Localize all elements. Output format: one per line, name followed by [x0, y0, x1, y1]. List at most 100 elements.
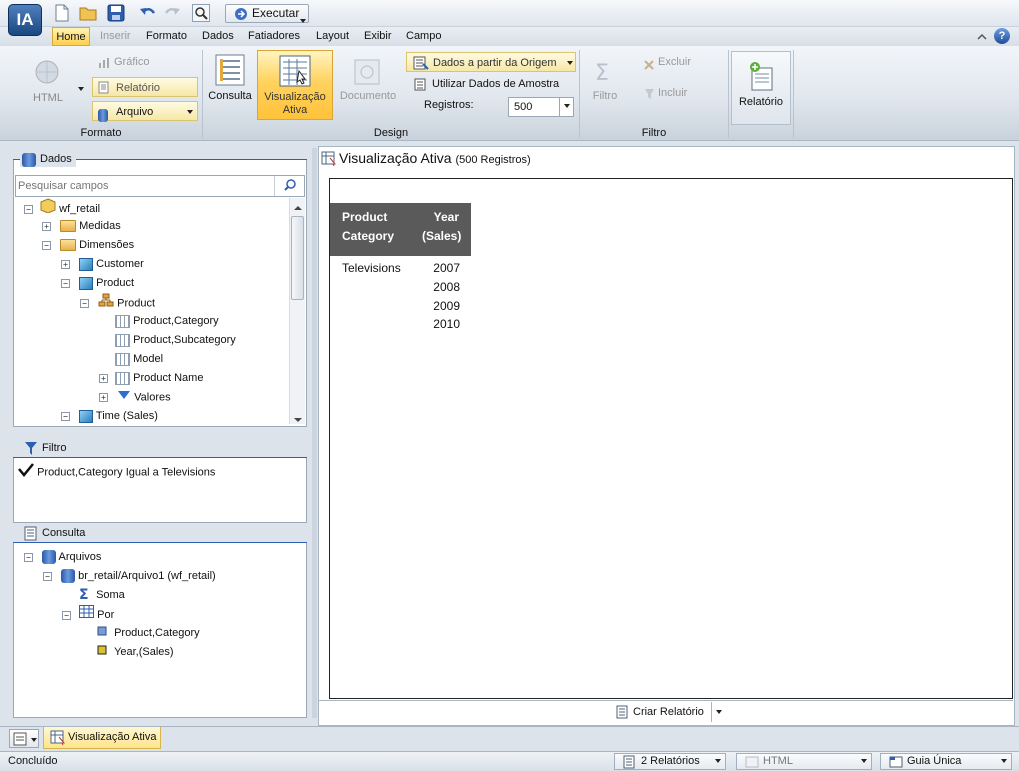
exclude-button[interactable]: Excluir: [642, 52, 722, 72]
tree-node-product-subcategory[interactable]: Product,Subcategory: [115, 331, 236, 350]
report-cell-category[interactable]: Televisions: [342, 259, 401, 278]
report-cell-year[interactable]: 2010: [422, 315, 460, 334]
menu-insert[interactable]: Inserir: [98, 27, 133, 46]
help-icon[interactable]: ?: [994, 28, 1010, 44]
output-format-dropdown[interactable]: HTML: [736, 753, 872, 770]
expand-icon[interactable]: +: [99, 373, 108, 383]
menu-slicers[interactable]: Fatiadores: [246, 27, 302, 46]
query-node-files[interactable]: − Arquivos: [24, 548, 101, 567]
include-button[interactable]: Incluir: [642, 83, 722, 103]
menu-data[interactable]: Dados: [200, 27, 236, 46]
create-report-button[interactable]: Criar Relatório: [612, 702, 726, 722]
open-folder-icon[interactable]: [79, 4, 97, 22]
html-button[interactable]: HTML: [28, 58, 68, 106]
col-header-product-category[interactable]: Product Category: [342, 208, 394, 246]
tree-node-measures[interactable]: + Medidas: [42, 217, 121, 236]
file-format-dropdown[interactable]: Arquivo: [92, 101, 198, 122]
chevron-down-icon[interactable]: [711, 702, 725, 722]
query-node-by-category[interactable]: Product,Category: [97, 624, 200, 643]
active-view-label-1: Visualização: [264, 91, 326, 103]
report-format-button[interactable]: Relatório: [92, 77, 198, 97]
menu-view[interactable]: Exibir: [362, 27, 394, 46]
document-button[interactable]: Documento: [338, 58, 398, 108]
collapse-icon[interactable]: −: [24, 552, 33, 562]
sum-sigma-icon: Σ: [79, 587, 89, 604]
menu-layout[interactable]: Layout: [314, 27, 351, 46]
active-view-button[interactable]: Visualização Ativa: [257, 50, 333, 120]
scroll-down-icon[interactable]: [294, 414, 302, 426]
tree-node-product-category[interactable]: Product,Category: [115, 312, 219, 331]
report-cell-year[interactable]: 2009: [422, 297, 460, 316]
run-button[interactable]: Executar: [225, 4, 309, 23]
query-node-file[interactable]: − br_retail/Arquivo1 (wf_retail): [43, 567, 216, 586]
tree-node-customer[interactable]: + Customer: [61, 255, 144, 274]
tree-node-values[interactable]: + Valores: [99, 388, 171, 407]
preview-icon[interactable]: [192, 4, 210, 22]
tree-node-root[interactable]: − wf_retail: [24, 198, 100, 217]
run-icon: [234, 7, 248, 26]
field-grid-icon: [115, 371, 131, 385]
tree-node-time-sales[interactable]: − Time (Sales): [61, 407, 158, 426]
app-logo[interactable]: IA: [8, 4, 42, 36]
query-node-by-year[interactable]: Year,(Sales): [97, 643, 174, 662]
file-format-label: Arquivo: [116, 106, 154, 118]
report-frame: [329, 178, 1013, 699]
collapse-icon[interactable]: −: [62, 610, 71, 620]
tree-label: Product Name: [133, 372, 204, 384]
menu-field[interactable]: Campo: [404, 27, 443, 46]
design-group-label: Design: [373, 127, 409, 139]
filter-button[interactable]: Σ Filtro: [586, 58, 624, 108]
scroll-thumb[interactable]: [291, 216, 304, 300]
new-icon[interactable]: [54, 4, 72, 22]
report-cell-year[interactable]: 2008: [422, 278, 460, 297]
field-search-input[interactable]: [16, 176, 271, 196]
database-icon: [42, 550, 57, 565]
chart-button[interactable]: Gráfico: [96, 52, 196, 72]
expand-icon[interactable]: +: [99, 393, 108, 402]
tree-node-product-dimension[interactable]: − Product: [61, 274, 134, 293]
query-button[interactable]: Consulta: [207, 54, 253, 112]
tree-node-model[interactable]: Model: [115, 350, 163, 369]
html-dropdown-icon[interactable]: [78, 83, 84, 95]
source-data-button[interactable]: Dados a partir da Origem: [406, 52, 576, 72]
expand-icon[interactable]: +: [42, 221, 51, 231]
collapse-icon[interactable]: −: [24, 204, 33, 214]
reports-count-dropdown[interactable]: 2 Relatórios: [614, 753, 726, 770]
tab-menu-button[interactable]: [9, 729, 39, 748]
layout-dropdown[interactable]: Guia Única: [880, 753, 1012, 770]
by-field-icon: [97, 624, 107, 643]
menu-format[interactable]: Formato: [144, 27, 189, 46]
menu-home[interactable]: Home: [52, 27, 90, 46]
tab-active-view[interactable]: Visualização Ativa: [43, 727, 161, 749]
tree-scrollbar[interactable]: [289, 198, 305, 424]
collapse-icon[interactable]: −: [61, 411, 70, 421]
collapse-icon[interactable]: −: [80, 299, 89, 308]
report-cell-year[interactable]: 2007: [422, 259, 460, 278]
collapse-icon[interactable]: −: [42, 240, 51, 250]
pane-splitter[interactable]: [312, 148, 317, 718]
records-select[interactable]: 500: [508, 97, 574, 117]
filter-condition[interactable]: Product,Category Igual a Televisions: [18, 463, 215, 482]
query-node-sum[interactable]: Σ Soma: [79, 586, 125, 605]
sample-data-button[interactable]: Utilizar Dados de Amostra: [410, 74, 576, 94]
tree-node-product-name[interactable]: + Product Name: [99, 369, 203, 388]
redo-icon[interactable]: [163, 4, 181, 22]
col-header-year-sales[interactable]: Year (Sales): [422, 208, 461, 246]
chevron-down-icon[interactable]: [559, 98, 573, 116]
collapse-ribbon-icon[interactable]: [975, 30, 989, 44]
scroll-up-icon[interactable]: [294, 202, 302, 214]
search-icon[interactable]: [274, 176, 304, 196]
new-report-button[interactable]: Relatório: [731, 51, 791, 125]
undo-icon[interactable]: [139, 4, 157, 22]
active-view-small-icon: [321, 151, 337, 171]
save-icon[interactable]: [107, 4, 125, 22]
query-node-by[interactable]: − Por: [62, 605, 114, 624]
tree-node-dimensions[interactable]: − Dimensões: [42, 236, 134, 255]
filter-group-label: Filtro: [641, 127, 667, 139]
collapse-icon[interactable]: −: [61, 278, 70, 288]
collapse-icon[interactable]: −: [43, 571, 52, 581]
expand-icon[interactable]: +: [61, 259, 70, 269]
tree-node-product-hierarchy[interactable]: − Product: [80, 293, 155, 312]
records-value: 500: [514, 101, 533, 113]
tab-list-icon: [13, 732, 27, 749]
